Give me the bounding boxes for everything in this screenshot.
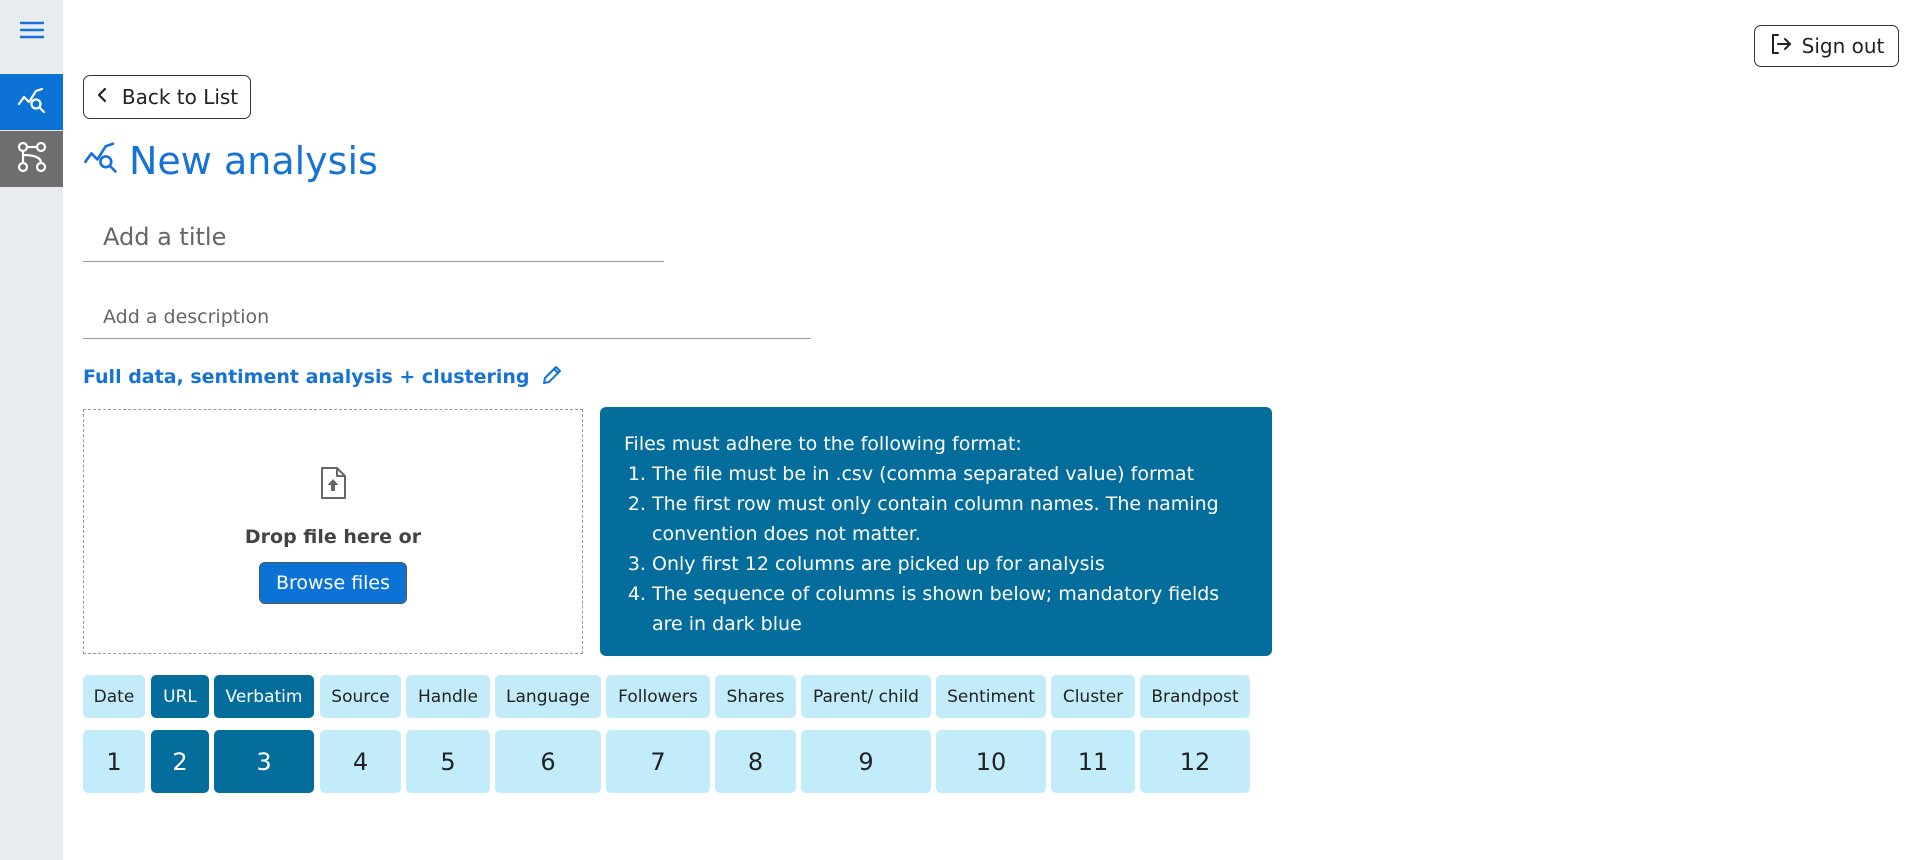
- file-upload-icon: [319, 466, 347, 504]
- chevron-left-icon: [96, 85, 108, 109]
- column-name-chip: Brandpost: [1140, 675, 1250, 718]
- column-name-chip: Language: [495, 675, 601, 718]
- description-input[interactable]: [83, 295, 811, 339]
- sign-out-icon: [1769, 32, 1793, 61]
- analysis-type-label: Full data, sentiment analysis + clusteri…: [83, 366, 530, 388]
- column-name-chip: Date: [83, 675, 145, 718]
- workflow-nodes-icon: [17, 141, 47, 177]
- analysis-type-selector[interactable]: Full data, sentiment analysis + clusteri…: [83, 362, 564, 392]
- column-number-chip: 3: [214, 730, 314, 793]
- info-list: The file must be in .csv (comma separate…: [624, 459, 1248, 639]
- title-input[interactable]: [83, 212, 664, 262]
- page-title: New analysis: [83, 134, 378, 188]
- column-name-chip: Handle: [406, 675, 490, 718]
- page-title-text: New analysis: [129, 139, 378, 183]
- column-number-chip: 4: [320, 730, 401, 793]
- menu-button[interactable]: [0, 0, 63, 64]
- file-format-info: Files must adhere to the following forma…: [600, 407, 1272, 656]
- pencil-icon: [540, 363, 564, 392]
- column-number-chip: 1: [83, 730, 145, 793]
- column-number-chip: 2: [151, 730, 209, 793]
- column-name-chip: Sentiment: [936, 675, 1046, 718]
- column-name-chip: Parent/ child: [801, 675, 931, 718]
- sign-out-label: Sign out: [1801, 34, 1885, 58]
- sidebar-item-flow[interactable]: [0, 131, 63, 187]
- info-item: The first row must only contain column n…: [652, 489, 1248, 549]
- hamburger-menu-icon: [19, 20, 45, 44]
- back-to-list-button[interactable]: Back to List: [83, 75, 251, 119]
- sidebar: [0, 0, 63, 860]
- chart-search-icon: [83, 139, 119, 183]
- column-number-chip: 8: [715, 730, 796, 793]
- info-item: The file must be in .csv (comma separate…: [652, 459, 1248, 489]
- column-name-chip: Followers: [606, 675, 710, 718]
- column-number-chip: 12: [1140, 730, 1250, 793]
- column-name-chip: Shares: [715, 675, 796, 718]
- sign-out-button[interactable]: Sign out: [1754, 25, 1899, 67]
- info-heading: Files must adhere to the following forma…: [624, 433, 1022, 455]
- sidebar-item-analysis[interactable]: [0, 74, 63, 130]
- chart-search-icon: [17, 86, 47, 118]
- browse-files-button[interactable]: Browse files: [259, 562, 407, 604]
- info-item: Only first 12 columns are picked up for …: [652, 549, 1248, 579]
- column-number-chip: 6: [495, 730, 601, 793]
- info-item: The sequence of columns is shown below; …: [652, 579, 1248, 639]
- column-number-chip: 7: [606, 730, 710, 793]
- column-name-chip: Verbatim: [214, 675, 314, 718]
- drop-file-text: Drop file here or: [244, 526, 422, 548]
- back-to-list-label: Back to List: [121, 85, 239, 109]
- column-name-chip: Source: [320, 675, 401, 718]
- column-number-chip: 11: [1051, 730, 1135, 793]
- file-dropzone[interactable]: Drop file here or Browse files: [83, 409, 583, 654]
- column-number-chip: 5: [406, 730, 490, 793]
- column-name-chip: URL: [151, 675, 209, 718]
- column-number-chip: 9: [801, 730, 931, 793]
- column-number-chip: 10: [936, 730, 1046, 793]
- column-name-chip: Cluster: [1051, 675, 1135, 718]
